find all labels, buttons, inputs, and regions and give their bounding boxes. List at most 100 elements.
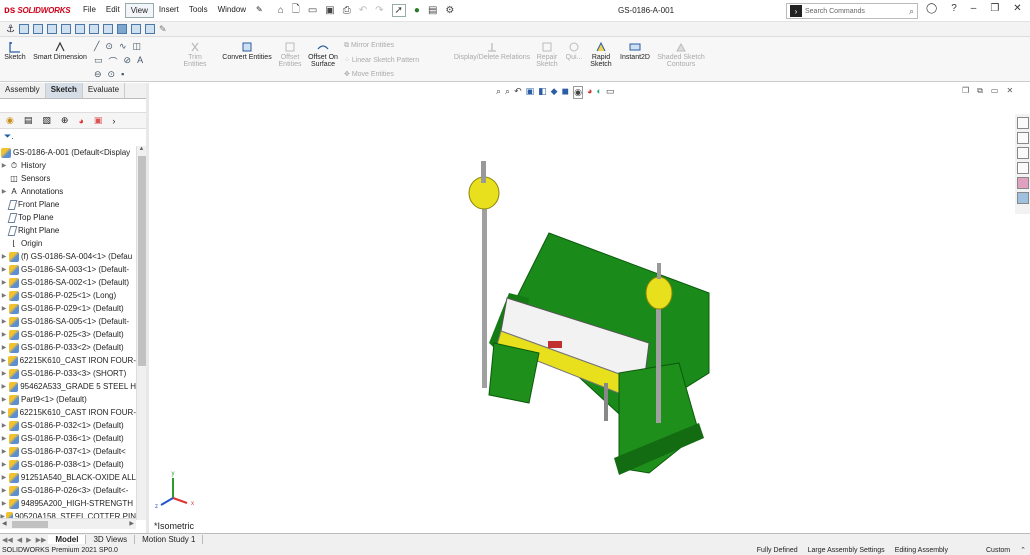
search-magnifier-icon[interactable]: ⌕	[909, 6, 914, 17]
tree-item[interactable]: ◫ Sensors	[0, 172, 136, 185]
tree-item[interactable]: ▶ GS-0186-P-038<1> (Default)	[0, 458, 136, 471]
viewport-close-icon[interactable]: ✕	[1006, 86, 1013, 96]
view-box-icon-2[interactable]	[32, 24, 43, 34]
help-icon[interactable]: ?	[951, 3, 957, 14]
tree-item[interactable]: ▶ GS-0186-P-025<3> (Default)	[0, 328, 136, 341]
minimize-icon[interactable]: –	[971, 3, 977, 14]
tree-item[interactable]: ▶ GS-0186-P-033<3> (SHORT)	[0, 367, 136, 380]
view-orientation-icon[interactable]: ◆	[551, 86, 558, 99]
tree-item[interactable]: ▶ GS-0186-P-029<1> (Default)	[0, 302, 136, 315]
search-commands-field[interactable]: › Search Commands ⌕	[786, 3, 918, 19]
view-box-icon-6[interactable]	[88, 24, 99, 34]
task-pane-home-icon[interactable]	[1017, 117, 1029, 129]
propertymanager-icon[interactable]: ▤	[24, 115, 33, 126]
units-dropdown-icon[interactable]: ⌃	[1020, 546, 1026, 554]
view-palette-icon[interactable]	[1017, 162, 1029, 174]
tree-item[interactable]: ▶ GS-0186-P-033<2> (Default)	[0, 341, 136, 354]
tree-item[interactable]: ▶ Part9<1> (Default)	[0, 393, 136, 406]
text-icon[interactable]: A	[137, 55, 143, 68]
tree-item[interactable]: ▶ GS-0186-P-037<1> (Default<	[0, 445, 136, 458]
view-box-icon-7[interactable]	[102, 24, 113, 34]
expand-arrow-icon[interactable]: ▶	[0, 474, 8, 481]
arc-icon[interactable]: ⌒	[109, 55, 118, 68]
viewport-restore-icon[interactable]: ❐	[962, 86, 969, 96]
save-icon[interactable]: ▣	[325, 5, 334, 16]
expand-arrow-icon[interactable]: ▶	[0, 162, 8, 169]
restore-icon[interactable]: ❐	[990, 3, 999, 14]
menu-insert[interactable]: Insert	[154, 3, 184, 18]
tree-item[interactable]: ▶ (f) GS-0186-SA-004<1> (Defau	[0, 250, 136, 263]
dimxpert-icon[interactable]: ⊕	[61, 115, 69, 126]
rapid-sketch-button[interactable]: Rapid Sketch	[588, 41, 614, 68]
solidworks-logo[interactable]: ᴅs SOLIDWORKS	[4, 5, 74, 16]
tree-item[interactable]: Front Plane	[0, 198, 136, 211]
expand-arrow-icon[interactable]: ▶	[0, 344, 8, 351]
menu-file[interactable]: File	[78, 3, 101, 18]
horizontal-scroll-thumb[interactable]	[12, 521, 48, 528]
tab-model[interactable]: Model	[48, 535, 87, 544]
view-box-icon-5[interactable]	[74, 24, 85, 34]
tree-item[interactable]: ▶ 62215K610_CAST IRON FOUR-	[0, 406, 136, 419]
file-explorer-icon[interactable]	[1017, 147, 1029, 159]
tree-item[interactable]: Right Plane	[0, 224, 136, 237]
tree-item[interactable]: ▶ 94895A200_HIGH-STRENGTH	[0, 497, 136, 510]
tree-item[interactable]: ▶ ⏱ History	[0, 159, 136, 172]
tab-3d-views[interactable]: 3D Views	[86, 535, 136, 544]
ellipse-icon[interactable]: ⊘	[124, 55, 132, 68]
redo-icon[interactable]: ↷	[375, 5, 383, 16]
menu-window[interactable]: Window	[213, 3, 251, 18]
tree-item[interactable]: ▶ 95462A533_GRADE 5 STEEL H	[0, 380, 136, 393]
filter-icon[interactable]: ⏷.	[4, 131, 14, 142]
viewport-tile-icon[interactable]: ⧉	[977, 86, 983, 96]
expand-arrow-icon[interactable]: ▶	[0, 383, 8, 390]
expand-arrow-icon[interactable]: ▶	[0, 461, 8, 468]
view-box-icon-1[interactable]	[18, 24, 29, 34]
expand-arrow-icon[interactable]: ▶	[0, 448, 8, 455]
expand-arrow-icon[interactable]: ▶	[0, 305, 8, 312]
expand-arrow-icon[interactable]: ▶	[0, 370, 8, 377]
cam-icon[interactable]: ▣	[94, 115, 103, 126]
expand-arrow-icon[interactable]: ▶	[0, 487, 8, 494]
menu-tools[interactable]: Tools	[184, 3, 213, 18]
vertical-scroll-thumb[interactable]	[138, 156, 146, 366]
hide-show-icon[interactable]: ◉	[573, 86, 583, 99]
view-box-icon-4[interactable]	[60, 24, 71, 34]
apply-scene-icon[interactable]: ◐	[596, 86, 601, 99]
tree-item[interactable]: ▶ GS-0186-P-026<3> (Default<-	[0, 484, 136, 497]
tab-assembly[interactable]: Assembly	[0, 83, 46, 98]
view-box-icon-9[interactable]	[130, 24, 141, 34]
file-properties-icon[interactable]: ▤	[428, 5, 437, 16]
section-view-icon[interactable]: ▣	[526, 86, 535, 99]
offset-entities-button[interactable]: Offset Entities	[276, 41, 304, 68]
smart-dimension-button[interactable]: Smart Dimension	[30, 41, 90, 61]
edit-appearance-icon[interactable]: ◕	[587, 86, 592, 99]
tree-item[interactable]: ⌊ Origin	[0, 237, 136, 250]
spline-icon[interactable]: ∿	[119, 41, 127, 52]
move-entities-button[interactable]: ✥ Move Entities	[344, 70, 394, 78]
tree-horizontal-scrollbar[interactable]: ◀ ▶	[0, 518, 136, 529]
instant2d-button[interactable]: Instant2D	[616, 41, 654, 61]
view-box-icon-10[interactable]	[144, 24, 155, 34]
expand-right-icon[interactable]: ›	[112, 116, 115, 126]
previous-view-icon[interactable]: ↶	[514, 86, 522, 99]
anchor-icon[interactable]: ⚓	[6, 24, 15, 35]
close-icon[interactable]: ✕	[1013, 3, 1021, 14]
linear-pattern-button[interactable]: ⁘ Linear Sketch Pattern	[344, 56, 419, 64]
graphics-area[interactable]: y x z *Isometric	[149, 83, 1015, 533]
view-settings-icon[interactable]: ▭	[606, 86, 615, 99]
polygon-icon[interactable]: ⊙	[108, 69, 116, 80]
featuremanager-tree-icon[interactable]: ◉	[6, 115, 14, 126]
tree-item[interactable]: ▶ A Annotations	[0, 185, 136, 198]
expand-arrow-icon[interactable]: ▶	[0, 331, 8, 338]
scroll-left-icon[interactable]: ◀	[2, 520, 7, 527]
repair-sketch-button[interactable]: Repair Sketch	[534, 41, 560, 68]
status-large-assembly[interactable]: Large Assembly Settings	[808, 547, 885, 554]
print-icon[interactable]: ⎙	[343, 5, 351, 16]
tab-evaluate[interactable]: Evaluate	[83, 83, 126, 98]
tree-item[interactable]: ▶ 62215K610_CAST IRON FOUR-	[0, 354, 136, 367]
sketch-button[interactable]: Sketch	[4, 41, 26, 61]
open-icon[interactable]: ▭	[308, 5, 317, 16]
menu-edit[interactable]: Edit	[101, 3, 125, 18]
circle-icon[interactable]: ⊙	[105, 41, 113, 52]
expand-arrow-icon[interactable]: ▶	[0, 500, 8, 507]
